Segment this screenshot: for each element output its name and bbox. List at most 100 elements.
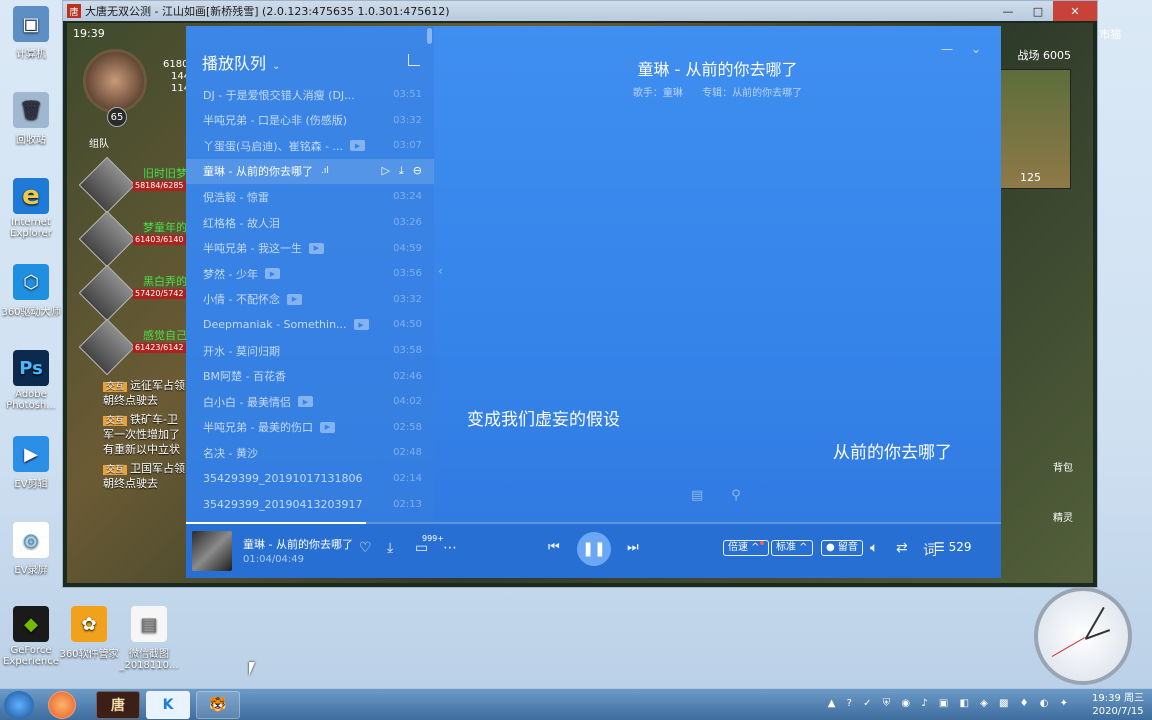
quality-button[interactable]: 标准 ^ — [771, 540, 813, 556]
queue-item[interactable]: 35429399_20191017131806 02:14 — [186, 466, 434, 491]
party-member[interactable]: 感觉自己 61423/6142 — [78, 318, 189, 376]
desktop-icon-screenshot[interactable]: ▤ 微信截图_2018110... — [118, 606, 180, 671]
spirit-label[interactable]: 精灵 — [1053, 509, 1073, 524]
desktop-icon-photoshop[interactable]: Ps Adobe Photosh... — [0, 350, 62, 411]
queue-item-title: 白小白 - 最美情侣 — [203, 395, 291, 409]
party-member[interactable]: 旧时旧梦 58184/6285 — [78, 156, 189, 214]
party-avatar — [78, 156, 136, 214]
queue-item[interactable]: 丫蛋蛋(马启迪)、崔铭森 - ... ▶ 03:07 — [186, 133, 434, 158]
queue-item[interactable]: 小倩 - 不配怀念 ▶ 03:32 — [186, 287, 434, 312]
ambient-sound-button[interactable]: ● 留音 — [821, 540, 863, 556]
queue-item-title: 丫蛋蛋(马启迪)、崔铭森 - ... — [203, 139, 344, 153]
queue-item[interactable]: 半吨兄弟 - 口是心非 (伤感版) 03:32 — [186, 108, 434, 133]
album-link[interactable]: 专辑：从前的你去哪了 — [702, 88, 802, 99]
game-taskbar-button[interactable]: 唐 — [96, 691, 140, 719]
singer-link[interactable]: 歌手：童琳 — [633, 88, 683, 99]
download-icon[interactable]: ⤓ — [387, 540, 393, 556]
chat-line: 交互 铁矿车-卫 — [103, 411, 178, 427]
party-member[interactable]: 梦童年的 61403/6140 — [78, 210, 189, 268]
playback-bar: 童琳 - 从前的你去哪了 01:04/04:49 ♡ ⤓ ▭ 999+ ⋯ ⏮ … — [186, 522, 1001, 578]
bag-label[interactable]: 背包 — [1053, 459, 1073, 474]
collapse-player-button[interactable]: ⌄ — [971, 42, 981, 56]
system-tray[interactable]: ▲ ? ✓ ⛨ ◉ ♪ ▣ ◧ ◈ ▩ ♦ ◐ ✦ — [828, 698, 1072, 709]
speed-button[interactable]: 倍速 ^ — [723, 540, 769, 556]
pause-button[interactable]: ❚❚ — [577, 532, 611, 566]
queue-item[interactable]: 35429399_20190413203917 02:13 — [186, 492, 434, 517]
queue-item-title: 半吨兄弟 - 口是心非 (伤感版) — [203, 114, 348, 128]
queue-scrollbar[interactable] — [427, 28, 432, 44]
internet-explorer-icon: e — [13, 178, 49, 214]
desktop-icon-360-driver[interactable]: ⬡ 360驱动大师 — [0, 264, 62, 318]
minimize-button[interactable]: — — [993, 1, 1023, 21]
queue-count-button[interactable]: ☰ 529 — [934, 540, 971, 554]
close-button[interactable]: ✕ — [1053, 1, 1097, 21]
game-logo-icon: 唐 — [67, 4, 81, 18]
team-label[interactable]: 组队 — [89, 135, 109, 150]
desktop-icon-ev-edit[interactable]: ▶ EV剪辑 — [0, 436, 62, 490]
party-hp: 58184/6285 — [133, 181, 189, 191]
game-title: 大唐无双公测 - 江山如画[新桥残雪] (2.0.123:475635 1.0.… — [85, 5, 450, 18]
queue-item[interactable]: 半吨兄弟 - 最美的伤口 ▶ 02:58 — [186, 415, 434, 440]
360-browser-taskbar-icon[interactable] — [48, 691, 76, 719]
mv-icon[interactable]: ▶ — [353, 319, 369, 331]
mv-icon[interactable]: ▶ — [286, 293, 302, 305]
taskbar-clock[interactable]: 19:39 周三 2020/7/15 — [1092, 692, 1144, 718]
queue-item[interactable]: DJ - 于是爱恨交错人消瘦 (DJ... 03:51 — [186, 82, 434, 107]
search-icon[interactable]: ⚲ — [731, 488, 741, 503]
queue-item[interactable]: 开水 - 莫问归期 03:58 — [186, 338, 434, 363]
collapse-queue-icon[interactable]: ‹ — [438, 264, 443, 278]
mv-icon[interactable]: ▶ — [308, 242, 324, 254]
desktop-icon-recycle-bin[interactable]: 🗑 回收站 — [0, 92, 62, 146]
queue-item[interactable]: Deepmaniak - Somethin... ▶ 04:50 — [186, 312, 434, 337]
queue-item[interactable]: 梦然 - 少年 ▶ 03:56 — [186, 261, 434, 286]
minimap[interactable]: 125 — [999, 69, 1071, 189]
chat-line: 有重新以中立状 — [103, 443, 180, 456]
mv-icon[interactable]: ▶ — [350, 140, 366, 152]
game-clock: 19:39 — [73, 27, 105, 40]
queue-item[interactable]: 倪浩毅 - 惊雷 03:24 — [186, 184, 434, 209]
repeat-icon[interactable]: ⇄ — [896, 540, 908, 556]
queue-item[interactable]: BM阿楚 - 百花香 02:46 — [186, 364, 434, 389]
queue-item[interactable]: 童琳 - 从前的你去哪了 .ıl ▷ ⤓ ⊖ — [186, 158, 434, 184]
next-button[interactable]: ⏭ — [627, 540, 639, 555]
previous-button[interactable]: ⏮ — [548, 540, 560, 555]
queue-item[interactable]: 名决 - 黄沙 02:48 — [186, 440, 434, 465]
progress-bar[interactable] — [186, 522, 1001, 524]
heart-icon[interactable]: ♡ — [359, 540, 372, 556]
desktop-icon-ie[interactable]: e Internet Explorer — [0, 178, 62, 239]
download-icon[interactable]: ⤓ — [399, 164, 404, 178]
play-next-icon[interactable]: ▷ — [381, 164, 389, 178]
share-icon[interactable] — [408, 54, 420, 66]
queue-item[interactable]: 半吨兄弟 - 我这一生 ▶ 04:59 — [186, 236, 434, 261]
desktop-icon-computer[interactable]: ▣ 计算机 — [0, 6, 62, 60]
kugou-taskbar-button[interactable]: K — [146, 691, 190, 719]
queue-title[interactable]: 播放队列 ⌄ — [202, 50, 280, 74]
volume-icon[interactable]: 🔈︎ — [870, 540, 878, 556]
tiger-app-taskbar-button[interactable]: 🐯 — [196, 691, 240, 719]
party-name: 感觉自己 — [143, 329, 187, 342]
more-icon[interactable]: ⊖ — [413, 164, 422, 178]
now-playing-time: 01:04/04:49 — [243, 554, 305, 565]
clock-gadget[interactable] — [1034, 587, 1132, 685]
mv-icon[interactable]: ▶ — [264, 268, 280, 280]
lyric-line-next: 从前的你去哪了 — [833, 443, 952, 463]
album-cover[interactable] — [192, 531, 232, 571]
desktop-icon-geforce[interactable]: ◆ GeForce Experience — [0, 606, 62, 667]
minimize-player-button[interactable]: — — [941, 42, 953, 56]
queue-item[interactable]: 白小白 - 最美情侣 ▶ 04:02 — [186, 389, 434, 414]
pause-icon: ❚❚ — [582, 541, 606, 557]
mv-icon[interactable]: ▶ — [319, 421, 335, 433]
taskbar: 唐 K 🐯 ▲ ? ✓ ⛨ ◉ ♪ ▣ ◧ ◈ ▩ ♦ ◐ ✦ 19:39 周三… — [0, 688, 1152, 720]
mv-icon[interactable]: ▶ — [297, 396, 313, 408]
queue-item[interactable]: 红格格 - 故人泪 03:26 — [186, 210, 434, 235]
film-icon[interactable]: ▤ — [691, 488, 703, 503]
start-button[interactable] — [4, 691, 34, 719]
now-playing-title[interactable]: 童琳 - 从前的你去哪了 — [243, 536, 353, 552]
desktop-icon-ev-record[interactable]: ◎ EV录屏 — [0, 522, 62, 576]
player-portrait[interactable] — [83, 49, 147, 113]
maximize-button[interactable]: □ — [1023, 1, 1053, 21]
more-icon[interactable]: ⋯ — [443, 540, 457, 556]
party-member[interactable]: 黑白弄的 57420/5742 — [78, 264, 189, 322]
desktop-icon-360-software[interactable]: ✿ 360软件管家 — [58, 606, 120, 660]
360-software-icon: ✿ — [71, 606, 107, 642]
